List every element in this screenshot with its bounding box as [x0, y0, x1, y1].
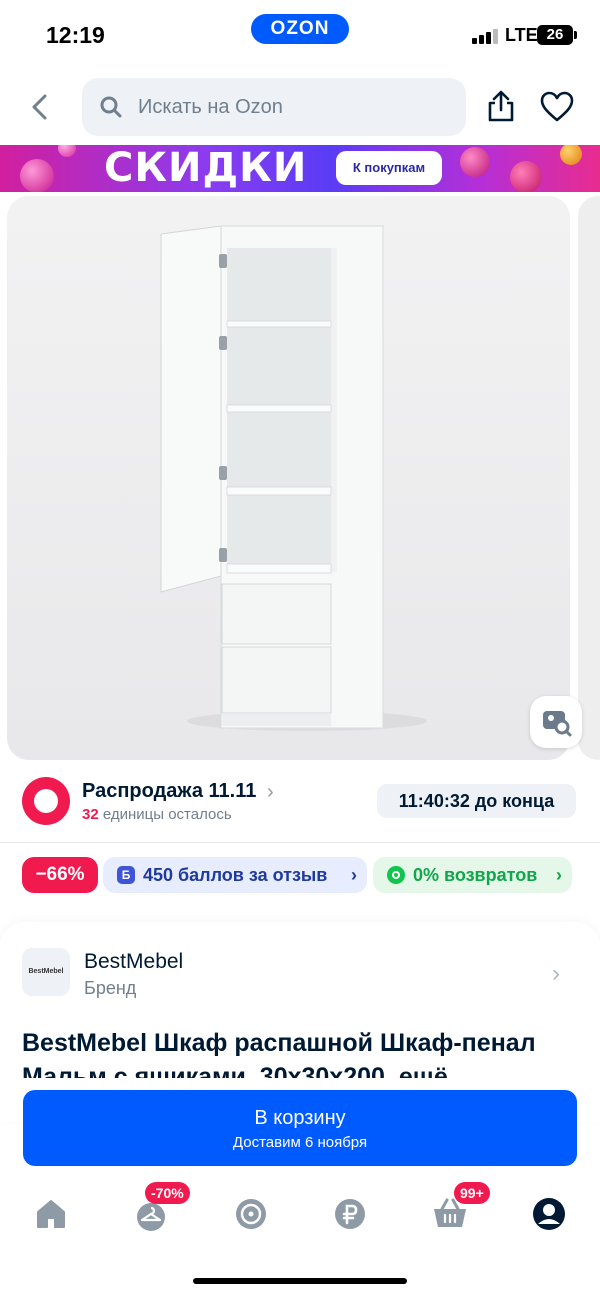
- delivery-date: Доставим 6 ноября: [232, 1134, 368, 1151]
- banner-title: СКИДКИ: [104, 145, 308, 191]
- basket-icon[interactable]: 99+: [430, 1182, 490, 1234]
- chevron-right-icon[interactable]: ›: [552, 960, 560, 988]
- back-arrow-icon[interactable]: [24, 90, 58, 124]
- sale-name[interactable]: Распродажа 11.11: [82, 780, 256, 803]
- points-icon: Б: [117, 866, 135, 884]
- search-icon: [100, 96, 122, 118]
- network-type: LTE: [505, 25, 538, 45]
- bottom-tab-bar: -70% 99+: [0, 1180, 600, 1250]
- product-image[interactable]: [7, 196, 570, 760]
- search-input[interactable]: [138, 91, 438, 123]
- returns-icon: [387, 866, 405, 884]
- units-text: единицы осталось: [102, 806, 232, 823]
- product-title: BestMebel Шкаф распашной Шкаф-пенал Маль…: [22, 1029, 536, 1078]
- home-indicator: [193, 1278, 407, 1284]
- chevron-right-icon: ›: [556, 865, 562, 885]
- sale-logo-icon: [22, 777, 70, 825]
- decor-ball: [510, 161, 542, 192]
- badges-row: −66% Б 450 баллов за отзыв › 0% возврато…: [0, 857, 600, 893]
- discount-badge: −66%: [22, 857, 98, 893]
- hanger-icon[interactable]: -70%: [131, 1182, 190, 1234]
- search-bar[interactable]: [82, 78, 466, 136]
- next-image-peek[interactable]: [578, 196, 600, 760]
- tab-badge: 99+: [454, 1182, 490, 1204]
- ozon-app-badge[interactable]: OZON: [251, 14, 349, 44]
- banner-cta-button[interactable]: К покупкам: [336, 151, 442, 185]
- cart-button-label: В корзину: [254, 1107, 346, 1129]
- decor-ball: [460, 147, 490, 177]
- units-count: 32: [82, 806, 99, 823]
- units-left: 32 единицы осталось: [82, 806, 232, 823]
- decor-ball: [58, 145, 76, 157]
- decor-ball: [560, 145, 582, 165]
- compass-icon[interactable]: [231, 1194, 271, 1234]
- chevron-right-icon: ›: [351, 865, 357, 885]
- brand-subtitle: Бренд: [84, 978, 137, 998]
- product-gallery[interactable]: [0, 196, 600, 762]
- signal-icon: [472, 28, 498, 44]
- visual-search-icon[interactable]: [530, 696, 582, 748]
- home-icon[interactable]: [31, 1194, 71, 1234]
- add-to-cart-button[interactable]: В корзину Доставим 6 ноября: [23, 1090, 577, 1166]
- returns-badge[interactable]: 0% возвратов ›: [373, 857, 572, 893]
- review-points-badge[interactable]: Б 450 баллов за отзыв ›: [103, 857, 367, 893]
- divider: [0, 842, 600, 843]
- wardrobe-image: [7, 196, 570, 760]
- search-header: [0, 76, 600, 138]
- sale-timer: 11:40:32 до конца: [377, 784, 576, 818]
- status-time: 12:19: [46, 22, 105, 48]
- promo-banner[interactable]: СКИДКИ К покупкам: [0, 145, 600, 192]
- tab-badge: -70%: [145, 1182, 190, 1204]
- ruble-icon[interactable]: [330, 1194, 370, 1234]
- status-bar: 12:19 OZON LTE 26: [0, 0, 600, 70]
- profile-icon[interactable]: [529, 1194, 569, 1234]
- favorite-heart-icon[interactable]: [540, 91, 574, 123]
- review-points-label: 450 баллов за отзыв: [143, 865, 328, 885]
- brand-logo[interactable]: BestMebel: [22, 948, 70, 996]
- brand-name[interactable]: BestMebel: [84, 950, 183, 974]
- chevron-right-icon: ›: [267, 781, 274, 803]
- share-icon[interactable]: [486, 89, 516, 123]
- decor-ball: [20, 159, 54, 192]
- returns-label: 0% возвратов: [413, 865, 538, 885]
- sale-row[interactable]: Распродажа 11.11 › 32 единицы осталось 1…: [0, 772, 600, 834]
- battery-icon: 26: [537, 25, 577, 45]
